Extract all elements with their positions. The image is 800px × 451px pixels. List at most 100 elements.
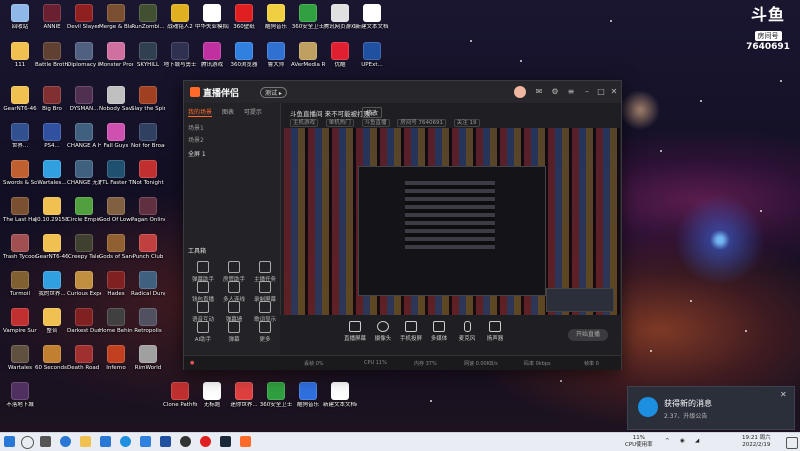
desktop-icon[interactable]: Devil Slayer Raksasi (67, 4, 101, 31)
scene-item[interactable]: 场景1 (188, 123, 204, 132)
desktop-icon[interactable]: 酷狗音乐 (291, 382, 325, 409)
browser-icon[interactable] (120, 436, 131, 447)
desktop-icon[interactable]: Gods of Sand (99, 234, 133, 261)
desktop-icon[interactable]: 360安全卫士 (291, 4, 325, 31)
toolbox-item[interactable]: 弹幕助手 (188, 261, 218, 283)
desktop-icon[interactable]: Inferno (99, 345, 133, 372)
desktop-icon[interactable]: Radical Dungeo... (131, 271, 165, 298)
toolbox-item[interactable]: 多人连线 (219, 281, 249, 303)
toolbox-item[interactable]: 更多 (250, 321, 280, 343)
desktop-icon[interactable]: ANNIE (35, 4, 69, 31)
notification-center-icon[interactable] (786, 437, 798, 449)
scene-item[interactable]: 场景2 (188, 135, 204, 144)
desktop-icon[interactable]: RimWorld (131, 345, 165, 372)
desktop-icon[interactable]: 新建文本文档(3) (323, 382, 357, 409)
desktop-icon[interactable]: Battle Brothers (35, 42, 69, 69)
desktop-icon[interactable]: Wartales (3, 345, 37, 372)
desktop-icon[interactable]: RunZombi... (131, 4, 165, 31)
edit-title-button[interactable]: 修改 (362, 107, 383, 118)
desktop-icon[interactable]: 360安全卫士 (259, 382, 293, 409)
desktop-icon[interactable]: 迷你世界... (227, 382, 261, 409)
desktop-icon[interactable]: Fall Guys (99, 123, 133, 150)
live-companion-window[interactable]: 直播伴侣 测试 ▸ ✉ ⚙ ≡ – □ ✕ 我的场景 图表 可提示 场景1 场景… (183, 80, 622, 370)
microphone-button[interactable]: 麦克风 (452, 321, 482, 342)
desktop-icon[interactable]: 无标题 (195, 382, 229, 409)
desktop-icon[interactable]: GearNT6-46 (35, 234, 69, 261)
message-icon[interactable]: ✉ (534, 87, 544, 97)
desktop-icon[interactable]: Turmoil (3, 271, 37, 298)
desktop-icon[interactable]: 中华失业模拟器When s... (195, 4, 229, 31)
desktop-icon[interactable]: Slay the Spire (131, 86, 165, 113)
toolbox-item[interactable]: 主播任务 (250, 261, 280, 283)
desktop-icon[interactable]: Pagan Online (131, 197, 165, 224)
live-companion-icon[interactable] (240, 436, 251, 447)
desktop-icon[interactable]: Not Tonight (131, 160, 165, 187)
desktop-icon[interactable]: 地下城与勇士 (163, 42, 197, 69)
desktop-icon[interactable]: Swords & Souls Ne... (3, 160, 37, 187)
desktop-icon[interactable]: Retropolis (131, 308, 165, 335)
toolbox-item[interactable]: AI助手 (188, 321, 218, 343)
screen-capture-button[interactable]: 直播屏幕 (340, 321, 370, 342)
close-icon[interactable]: ✕ (780, 390, 787, 399)
tab-hints[interactable]: 可提示 (244, 109, 262, 116)
desktop-icon[interactable]: [0.10.29158] (35, 197, 69, 224)
close-icon[interactable]: ✕ (609, 87, 619, 97)
toolbox-item[interactable]: 语音互动 (188, 301, 218, 323)
minimize-icon[interactable]: – (582, 87, 592, 97)
desktop-icon[interactable]: 优酷 (323, 42, 357, 69)
desktop-icon[interactable]: 我的世界... (35, 271, 69, 298)
network-icon[interactable]: ◉ (680, 438, 685, 445)
scene-item-active[interactable]: 全屏 1 (188, 149, 206, 158)
desktop-icon[interactable]: 腾讯游戏 (195, 42, 229, 69)
volume-icon[interactable]: ◢ (695, 438, 699, 445)
desktop-icon[interactable]: 世界... (3, 123, 37, 150)
desktop-icon[interactable]: 整合 (35, 308, 69, 335)
edge-icon[interactable] (60, 436, 71, 447)
media-button[interactable]: 多媒体 (424, 321, 454, 342)
desktop-icon[interactable]: Big Bro (35, 86, 69, 113)
desktop-icon[interactable]: Trash Tycoon (3, 234, 37, 261)
user-avatar[interactable] (514, 86, 526, 98)
app-icon[interactable] (160, 436, 171, 447)
menu-icon[interactable]: ≡ (566, 87, 576, 97)
desktop-icon[interactable]: Clone Pathfinder... (163, 382, 197, 409)
desktop-icon[interactable]: Diplomacy is Not an... (67, 42, 101, 69)
desktop-icon[interactable]: Wartales... (35, 160, 69, 187)
desktop-icon[interactable]: PS4... (35, 123, 69, 150)
search-icon[interactable] (21, 436, 34, 449)
desktop-icon[interactable]: Darkest Dungeon® (67, 308, 101, 335)
desktop-icon[interactable]: God Of Lowan... (99, 197, 133, 224)
desktop-icon[interactable]: Not for Broadcast (131, 123, 165, 150)
desktop-icon[interactable]: DYSMAN... (67, 86, 101, 113)
desktop-icon[interactable]: CHANGE 无家可归... (67, 160, 101, 187)
toolbox-item[interactable]: 弹幕墙 (219, 301, 249, 323)
steam-icon[interactable] (220, 436, 231, 447)
start-icon[interactable] (4, 436, 15, 447)
desktop-icon[interactable]: 111 (3, 42, 37, 69)
phone-cast-button[interactable]: 手机投屏 (396, 321, 426, 342)
desktop-icon[interactable]: GearNT6-46 (3, 86, 37, 113)
desktop-icon[interactable]: SKYHILL (131, 42, 165, 69)
desktop-icon[interactable]: 鲁大师 (259, 42, 293, 69)
store-icon[interactable] (100, 436, 111, 447)
toolbox-item[interactable]: 歌词显示 (250, 301, 280, 323)
netease-icon[interactable] (200, 436, 211, 447)
toolbox-item[interactable]: 房管助手 (219, 261, 249, 283)
beta-badge[interactable]: 测试 ▸ (260, 87, 287, 98)
start-live-button[interactable]: 开始直播 (568, 329, 608, 341)
maximize-icon[interactable]: □ (596, 87, 606, 97)
desktop-icon[interactable]: 战魂铭人2 (163, 4, 197, 31)
desktop-icon[interactable]: Curious Expedition (67, 271, 101, 298)
desktop-icon[interactable]: Punch Club (131, 234, 165, 261)
task-view-icon[interactable] (40, 436, 51, 447)
desktop-icon[interactable]: CHANGE A Homeles... (67, 123, 101, 150)
desktop-icon[interactable]: 60 Seconds! Reatomized (35, 345, 69, 372)
desktop-icon[interactable]: 不落地下城 (3, 382, 37, 409)
desktop-icon[interactable]: Creepy Tale (67, 234, 101, 261)
tab-my-scenes[interactable]: 我的场景 (188, 109, 213, 117)
app-icon[interactable] (140, 436, 151, 447)
desktop-icon[interactable]: 360壁纸 (227, 4, 261, 31)
toolbox-item[interactable]: 录制屏幕 (250, 281, 280, 303)
app-titlebar[interactable]: 直播伴侣 测试 ▸ ✉ ⚙ ≡ – □ ✕ (184, 81, 621, 103)
stream-preview[interactable] (284, 128, 620, 315)
